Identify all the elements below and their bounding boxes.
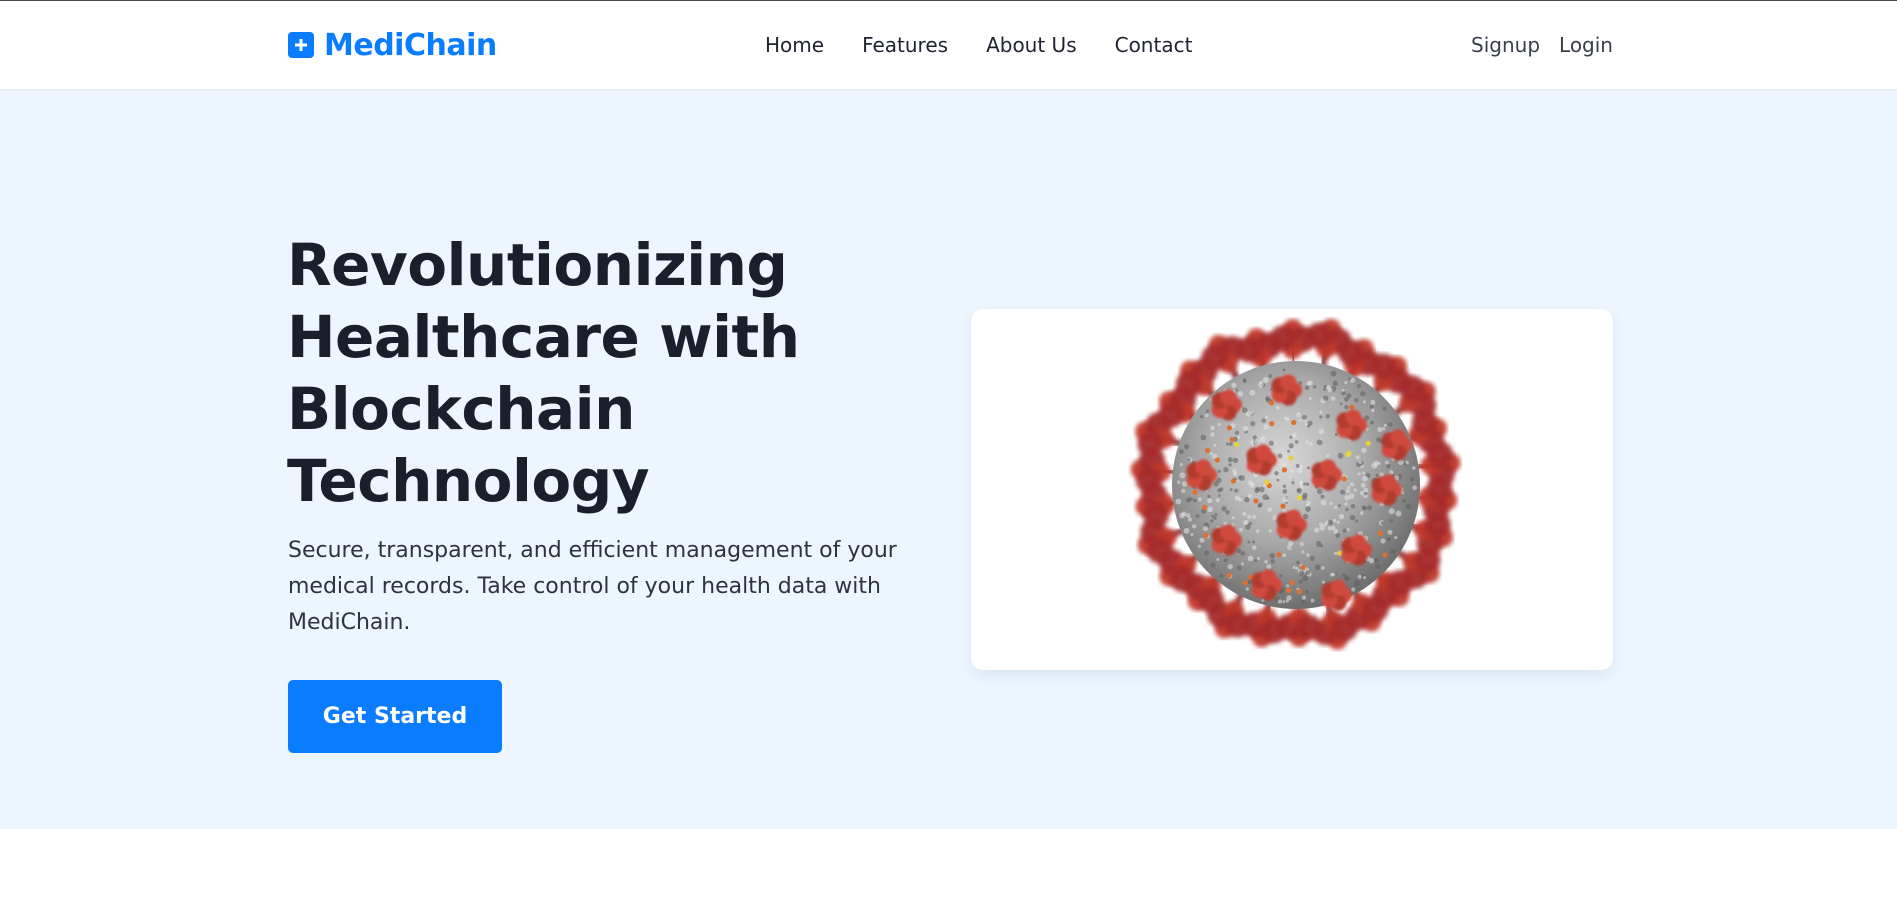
login-link[interactable]: Login bbox=[1559, 31, 1613, 59]
nav-link-contact[interactable]: Contact bbox=[1115, 31, 1193, 59]
nav-link-features[interactable]: Features bbox=[862, 31, 948, 59]
navbar: MediChain Home Features About Us Contact… bbox=[0, 1, 1897, 89]
hero-section: Revolutionizing Healthcare with Blockcha… bbox=[0, 89, 1897, 829]
get-started-button[interactable]: Get Started bbox=[288, 680, 502, 753]
brand-name: MediChain bbox=[324, 27, 497, 63]
nav-link-about-us[interactable]: About Us bbox=[986, 31, 1077, 59]
auth-links: Signup Login bbox=[1452, 31, 1613, 59]
hero-title: Revolutionizing Healthcare with Blockcha… bbox=[287, 231, 800, 515]
signup-link[interactable]: Signup bbox=[1471, 31, 1540, 59]
brand-logo-link[interactable]: MediChain bbox=[288, 27, 497, 63]
nav-link-home[interactable]: Home bbox=[765, 31, 824, 59]
hero-subtitle: Secure, transparent, and efficient manag… bbox=[288, 538, 897, 635]
hero-image-card bbox=[971, 309, 1613, 670]
main-nav: Home Features About Us Contact bbox=[765, 31, 1192, 59]
plus-square-icon bbox=[288, 32, 314, 58]
virus-illustration bbox=[1130, 318, 1461, 650]
